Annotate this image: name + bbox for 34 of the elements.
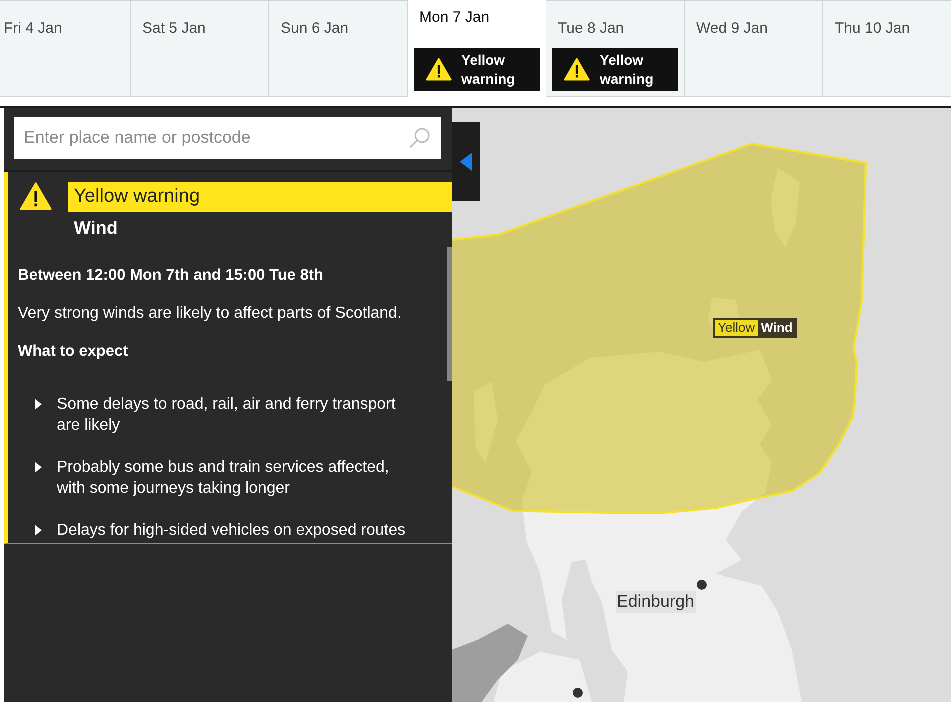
city-marker-icon — [573, 688, 583, 698]
warning-badge-text: Yellow warning — [462, 50, 516, 88]
city-marker-icon — [697, 580, 707, 590]
warning-level-tag: Yellow — [715, 320, 758, 336]
caret-left-icon — [460, 152, 472, 170]
expect-item-text: Some delays to road, rail, air and ferry transport are likely — [57, 395, 397, 436]
scrollbar-thumb[interactable] — [447, 247, 452, 381]
warning-level-heading: Yellow warning — [68, 182, 452, 212]
search-icon — [410, 128, 430, 148]
day-tab[interactable]: Sat 5 Jan — [130, 0, 269, 97]
warning-badge-text: Yellow warning — [600, 50, 655, 88]
expect-item-text: Probably some bus and train services affected, with some journeys taking longer — [57, 458, 390, 499]
map-warning-label[interactable]: Yellow Wind — [713, 318, 797, 338]
city-label: Edinburgh — [616, 591, 696, 613]
warning-triangle-icon — [564, 58, 590, 81]
expect-item-text: Delays for high-sided vehicles on exposed routes — [57, 521, 406, 541]
warning-summary-text: Very strong winds are likely to affect parts of Scotland. — [18, 305, 403, 323]
warning-period-text: Between 12:00 Mon 7th and 15:00 Tue 8th — [18, 267, 324, 285]
what-to-expect-heading: What to expect — [18, 343, 130, 361]
warning-triangle-icon — [426, 58, 452, 81]
day-tab[interactable]: Wed 9 Jan — [684, 0, 823, 97]
bullet-triangle-icon — [35, 462, 42, 473]
day-tab[interactable]: Fri 4 Jan — [0, 0, 130, 97]
search-field[interactable]: Enter place name or postcode — [14, 117, 441, 159]
bullet-triangle-icon — [35, 399, 42, 410]
day-tab[interactable]: Tue 8 Jan Yellow warning — [546, 0, 684, 97]
day-tab[interactable]: Sun 6 Jan — [269, 0, 408, 97]
map-drawing[interactable] — [452, 108, 951, 702]
collapse-panel-button[interactable] — [452, 122, 480, 201]
day-tab[interactable]: Thu 10 Jan — [823, 0, 951, 97]
warning-type-tag: Wind — [758, 320, 795, 336]
warning-type-heading: Wind — [74, 217, 118, 240]
bullet-triangle-icon — [35, 525, 42, 536]
warning-triangle-icon — [20, 182, 52, 211]
